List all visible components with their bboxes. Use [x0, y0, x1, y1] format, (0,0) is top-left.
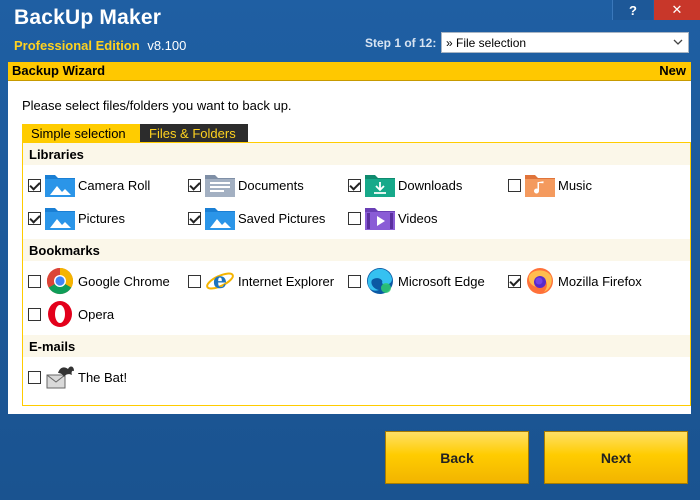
item-label: The Bat!: [78, 369, 128, 385]
checkbox[interactable]: [348, 211, 361, 225]
checkbox[interactable]: [188, 274, 201, 288]
item-videos[interactable]: Videos: [348, 204, 438, 232]
section-emails: E-mails: [23, 335, 690, 357]
step-dropdown-value: » File selection: [446, 35, 527, 50]
item-label: Google Chrome: [78, 273, 170, 289]
item-camera-roll[interactable]: Camera Roll: [28, 171, 150, 199]
item-music[interactable]: Music: [508, 171, 592, 199]
selection-content: Libraries Camera Roll Documents Download…: [22, 142, 691, 406]
firefox-icon: [527, 268, 553, 294]
item-label: Camera Roll: [78, 177, 151, 193]
wizard-panel: Please select files/folders you want to …: [8, 81, 691, 414]
checkbox[interactable]: [28, 370, 41, 384]
checkbox[interactable]: [28, 274, 41, 288]
app-title: BackUp Maker: [14, 6, 162, 29]
item-google-chrome[interactable]: Google Chrome: [28, 267, 170, 295]
item-label: Pictures: [78, 210, 125, 226]
camera-roll-folder-icon: [45, 175, 75, 197]
saved-pictures-folder-icon: [205, 208, 235, 230]
wizard-mode: New: [659, 63, 686, 78]
internet-explorer-icon: e: [206, 268, 234, 294]
item-the-bat[interactable]: The Bat!: [28, 363, 127, 391]
svg-text:e: e: [213, 268, 227, 294]
checkbox[interactable]: [28, 307, 41, 321]
chevron-down-icon: [673, 39, 683, 45]
section-libraries: Libraries: [23, 143, 690, 165]
item-pictures[interactable]: Pictures: [28, 204, 125, 232]
help-button[interactable]: ?: [612, 0, 653, 20]
checkbox[interactable]: [508, 274, 521, 288]
music-folder-icon: [525, 175, 555, 197]
item-mozilla-firefox[interactable]: Mozilla Firefox: [508, 267, 642, 295]
item-label: Microsoft Edge: [398, 273, 485, 289]
item-label: Opera: [78, 306, 115, 322]
item-label: Saved Pictures: [238, 210, 326, 226]
edge-icon: [367, 268, 393, 294]
checkbox[interactable]: [28, 178, 41, 192]
back-button[interactable]: Back: [385, 431, 529, 484]
item-documents[interactable]: Documents: [188, 171, 304, 199]
item-label: Internet Explorer: [238, 273, 335, 289]
checkbox[interactable]: [508, 178, 521, 192]
videos-folder-icon: [365, 208, 395, 230]
item-label: Mozilla Firefox: [558, 273, 642, 289]
chrome-icon: [46, 267, 74, 295]
item-label: Downloads: [398, 177, 463, 193]
app-window: BackUp Maker Professional Edition v8.100…: [0, 0, 700, 500]
downloads-folder-icon: [365, 175, 395, 197]
item-internet-explorer[interactable]: e Internet Explorer: [188, 267, 334, 295]
item-label: Videos: [398, 210, 438, 226]
step-label: Step 1 of 12:: [365, 36, 437, 50]
edition-label: Professional Edition: [14, 38, 140, 53]
item-microsoft-edge[interactable]: Microsoft Edge: [348, 267, 485, 295]
item-label: Music: [558, 177, 592, 193]
checkbox[interactable]: [348, 274, 361, 288]
help-icon: ?: [629, 2, 637, 18]
checkbox[interactable]: [348, 178, 361, 192]
close-icon: ✕: [671, 2, 683, 17]
close-button[interactable]: ✕: [654, 0, 700, 20]
tab-files-folders[interactable]: Files & Folders: [140, 124, 248, 142]
section-bookmarks: Bookmarks: [23, 239, 690, 261]
item-saved-pictures[interactable]: Saved Pictures: [188, 204, 325, 232]
checkbox[interactable]: [28, 211, 41, 225]
wizard-title: Backup Wizard: [12, 63, 106, 78]
documents-folder-icon: [205, 175, 235, 197]
the-bat-icon: [46, 366, 74, 389]
opera-icon: [48, 301, 72, 327]
pictures-folder-icon: [45, 208, 75, 230]
tab-simple-selection[interactable]: Simple selection: [22, 124, 144, 142]
edition-line: Professional Edition v8.100: [14, 38, 186, 53]
version-label: v8.100: [147, 38, 187, 53]
item-opera[interactable]: Opera: [28, 300, 114, 328]
step-dropdown[interactable]: » File selection: [441, 32, 689, 53]
checkbox[interactable]: [188, 211, 201, 225]
wizard-bar: Backup Wizard New: [8, 62, 691, 81]
instruction-text: Please select files/folders you want to …: [22, 98, 292, 113]
item-downloads[interactable]: Downloads: [348, 171, 462, 199]
checkbox[interactable]: [188, 178, 201, 192]
next-button[interactable]: Next: [544, 431, 688, 484]
item-label: Documents: [238, 177, 304, 193]
